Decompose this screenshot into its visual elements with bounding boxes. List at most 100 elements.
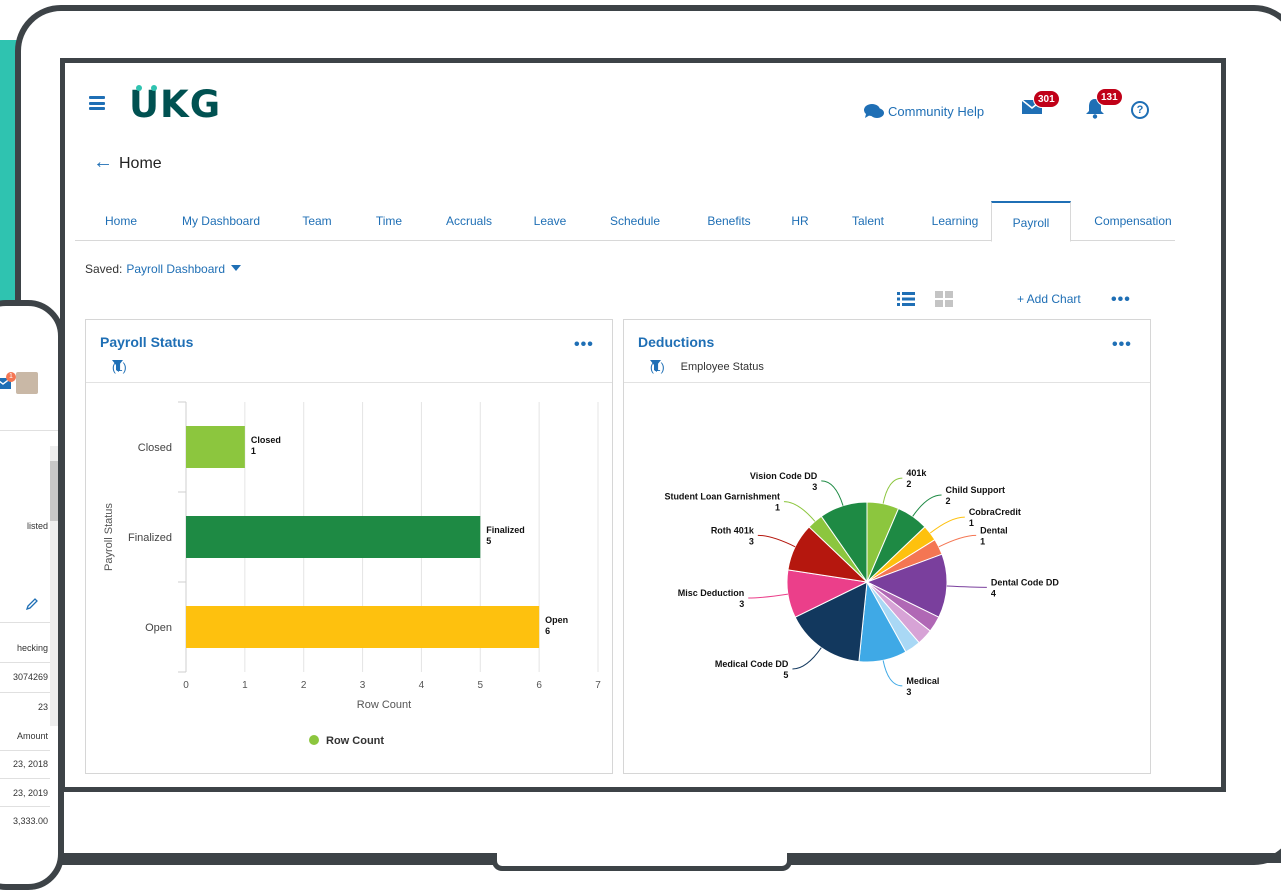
pie-leader-line [792, 647, 822, 670]
pie-leader-line [821, 480, 844, 506]
notification-count-badge: 131 [1096, 88, 1123, 106]
pie-value: 4 [991, 588, 996, 598]
grid-view-icon[interactable] [935, 291, 953, 307]
pie-label: Roth 401k [711, 525, 755, 535]
pie-value: 2 [906, 479, 911, 489]
pie-label: Vision Code DD [750, 471, 818, 481]
bar [186, 426, 245, 468]
pencil-icon[interactable] [26, 598, 38, 610]
tab-time[interactable]: Time [365, 201, 413, 241]
divider [0, 622, 50, 623]
tab-learning[interactable]: Learning [913, 201, 997, 241]
bar [186, 516, 481, 558]
toolbar-more-button[interactable]: ••• [1111, 292, 1131, 308]
x-axis-label: Row Count [357, 699, 411, 711]
tab-team[interactable]: Team [289, 201, 345, 241]
pie-label: Misc Deduction [678, 588, 745, 598]
divider [0, 778, 50, 779]
pie-leader-line [946, 585, 987, 588]
pie-leader-line [912, 494, 942, 517]
category-label: Finalized [128, 532, 172, 544]
logo-dots [136, 85, 158, 91]
help-icon[interactable]: ? [1131, 101, 1149, 119]
divider [0, 806, 50, 807]
list-view-icon[interactable] [897, 291, 915, 307]
pie-leader-line [929, 516, 965, 534]
pie-value: 1 [980, 536, 985, 546]
bar [186, 606, 540, 648]
tab-compensation[interactable]: Compensation [1085, 201, 1181, 241]
phone-text: Amount [16, 731, 48, 741]
x-tick-label: 0 [183, 680, 189, 691]
tab-accruals[interactable]: Accruals [433, 201, 505, 241]
back-arrow-icon[interactable]: ← [93, 151, 113, 174]
tab-schedule[interactable]: Schedule [597, 201, 673, 241]
x-tick-label: 7 [595, 680, 601, 691]
tab-my-dashboard[interactable]: My Dashboard [171, 201, 271, 241]
scrollbar-thumb[interactable] [50, 461, 58, 521]
phone-screen: 1 listed hecking 3074269 23 Amount 23, 2… [0, 306, 58, 884]
data-label: Closed [251, 435, 281, 445]
phone-text: 3,333.00 [12, 816, 48, 826]
legend-label: Row Count [326, 735, 384, 747]
pie-value: 1 [775, 503, 780, 513]
pie-leader-line [748, 593, 788, 599]
saved-label: Saved: [85, 262, 123, 276]
phone-text: 23, 2019 [12, 788, 48, 798]
divider [0, 692, 50, 693]
x-tick-label: 5 [478, 680, 484, 691]
device-mockup: UKG Community Help 301 131 ? ← Home Home… [0, 0, 1281, 891]
pie-leader-line [938, 534, 977, 548]
data-label: Finalized [486, 525, 525, 535]
phone-mail-badge: 1 [6, 372, 16, 382]
deductions-chart: 401k2Child Support2CobraCredit1Dental1De… [664, 468, 1059, 697]
y-axis-label: Payroll Status [103, 503, 115, 571]
divider [0, 750, 50, 751]
tab-benefits[interactable]: Benefits [693, 201, 765, 241]
phone-text: 3074269 [12, 672, 48, 682]
tab-home[interactable]: Home [89, 201, 153, 241]
pie-leader-line [882, 477, 903, 504]
x-tick-label: 1 [242, 680, 248, 691]
add-chart-button[interactable]: + Add Chart [1017, 292, 1081, 306]
pie-label: CobraCredit [969, 507, 1021, 517]
tab-hr[interactable]: HR [781, 201, 819, 241]
pie-label: Medical [906, 676, 939, 686]
saved-view-selector[interactable]: Saved: Payroll Dashboard [85, 262, 242, 276]
phone-text: hecking [16, 643, 48, 653]
phone-frame: 1 listed hecking 3074269 23 Amount 23, 2… [0, 300, 64, 890]
menu-icon[interactable] [89, 96, 105, 110]
phone-text: listed [26, 521, 48, 531]
data-label: 1 [251, 446, 256, 456]
pie-value: 3 [749, 536, 754, 546]
divider [0, 430, 58, 431]
x-tick-label: 3 [360, 680, 366, 691]
mail-count-badge: 301 [1033, 90, 1060, 108]
saved-view-value: Payroll Dashboard [126, 262, 226, 276]
tab-leave[interactable]: Leave [525, 201, 575, 241]
divider [0, 662, 50, 663]
data-label: 6 [545, 626, 550, 636]
pie-label: Dental [980, 525, 1008, 535]
caret-down-icon [231, 265, 242, 271]
pie-value: 3 [906, 687, 911, 697]
legend-swatch [309, 735, 319, 745]
pie-label: Student Loan Garnishment [664, 492, 780, 502]
x-tick-label: 2 [301, 680, 307, 691]
data-label: 5 [486, 536, 491, 546]
pie-value: 3 [739, 599, 744, 609]
laptop-notch [492, 853, 792, 871]
app-window: UKG Community Help 301 131 ? ← Home Home… [65, 63, 1221, 787]
tab-talent[interactable]: Talent [839, 201, 897, 241]
category-label: Open [145, 622, 172, 634]
pie-value: 5 [783, 670, 788, 680]
tab-payroll[interactable]: Payroll [991, 201, 1071, 242]
community-help-label: Community Help [888, 103, 985, 119]
page-title: Home [119, 155, 162, 172]
pie-value: 1 [969, 518, 974, 528]
data-label: Open [545, 615, 568, 625]
payroll-status-card: Payroll Status ••• (1) 0 1 2 3 4 5 6 7 Closed Clo… [85, 319, 613, 774]
phone-text: 23, 2018 [12, 759, 48, 769]
laptop-screen: UKG Community Help 301 131 ? ← Home Home… [60, 58, 1226, 792]
community-help-link[interactable]: Community Help [863, 103, 984, 119]
